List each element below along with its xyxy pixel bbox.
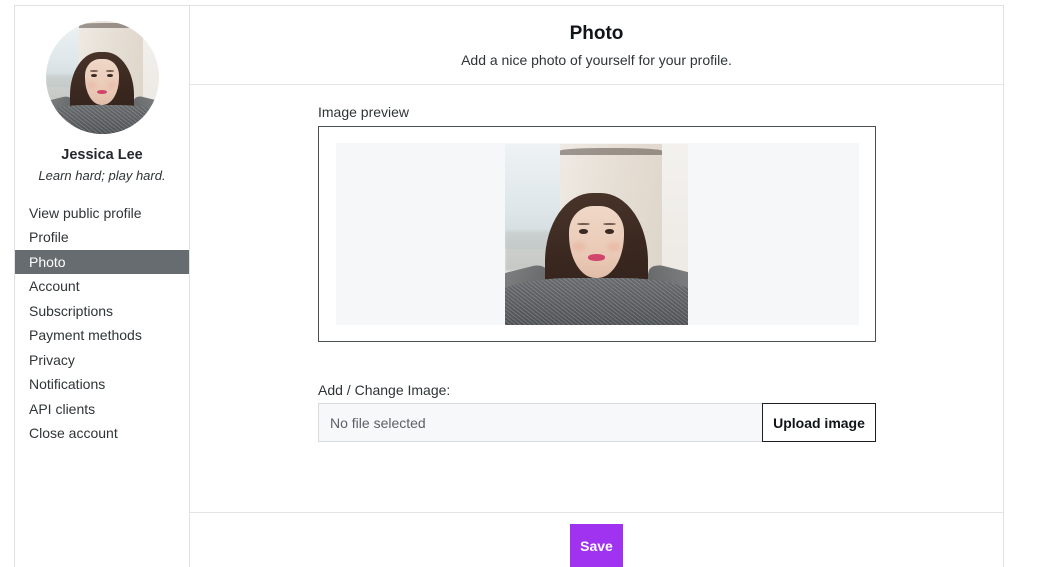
sidebar-item-subscriptions[interactable]: Subscriptions — [15, 299, 189, 324]
upload-image-button[interactable]: Upload image — [762, 403, 876, 442]
sidebar-item-view-public-profile[interactable]: View public profile — [15, 201, 189, 226]
image-preview-photo — [505, 144, 688, 325]
sidebar-item-profile[interactable]: Profile — [15, 225, 189, 250]
settings-nav: View public profile Profile Photo Accoun… — [15, 201, 189, 446]
file-input[interactable]: No file selected — [318, 403, 762, 442]
sidebar-item-account[interactable]: Account — [15, 274, 189, 299]
sidebar-item-notifications[interactable]: Notifications — [15, 372, 189, 397]
content-header: Photo Add a nice photo of yourself for y… — [190, 6, 1003, 85]
user-tagline: Learn hard; play hard. — [15, 169, 189, 182]
content-footer: Save — [190, 512, 1003, 567]
file-upload-row: No file selected Upload image — [318, 403, 876, 442]
sidebar-item-privacy[interactable]: Privacy — [15, 348, 189, 373]
save-button[interactable]: Save — [570, 524, 623, 567]
settings-page: Jessica Lee Learn hard; play hard. View … — [0, 0, 1043, 567]
avatar-container — [15, 21, 189, 134]
sidebar-item-payment-methods[interactable]: Payment methods — [15, 323, 189, 348]
sidebar: Jessica Lee Learn hard; play hard. View … — [15, 6, 190, 567]
settings-card: Jessica Lee Learn hard; play hard. View … — [14, 5, 1004, 567]
page-title: Photo — [570, 24, 624, 43]
upload-field-label: Add / Change Image: — [318, 383, 450, 397]
content-panel: Photo Add a nice photo of yourself for y… — [190, 6, 1003, 567]
avatar-portrait-image — [46, 21, 159, 134]
avatar — [46, 21, 159, 134]
image-preview-label: Image preview — [318, 105, 409, 119]
sidebar-item-photo[interactable]: Photo — [15, 250, 189, 275]
content-body: Image preview — [190, 85, 1003, 512]
sidebar-item-api-clients[interactable]: API clients — [15, 397, 189, 422]
page-subtitle: Add a nice photo of yourself for your pr… — [461, 53, 732, 67]
user-name: Jessica Lee — [15, 148, 189, 163]
image-preview-box — [318, 126, 876, 342]
sidebar-item-close-account[interactable]: Close account — [15, 421, 189, 446]
